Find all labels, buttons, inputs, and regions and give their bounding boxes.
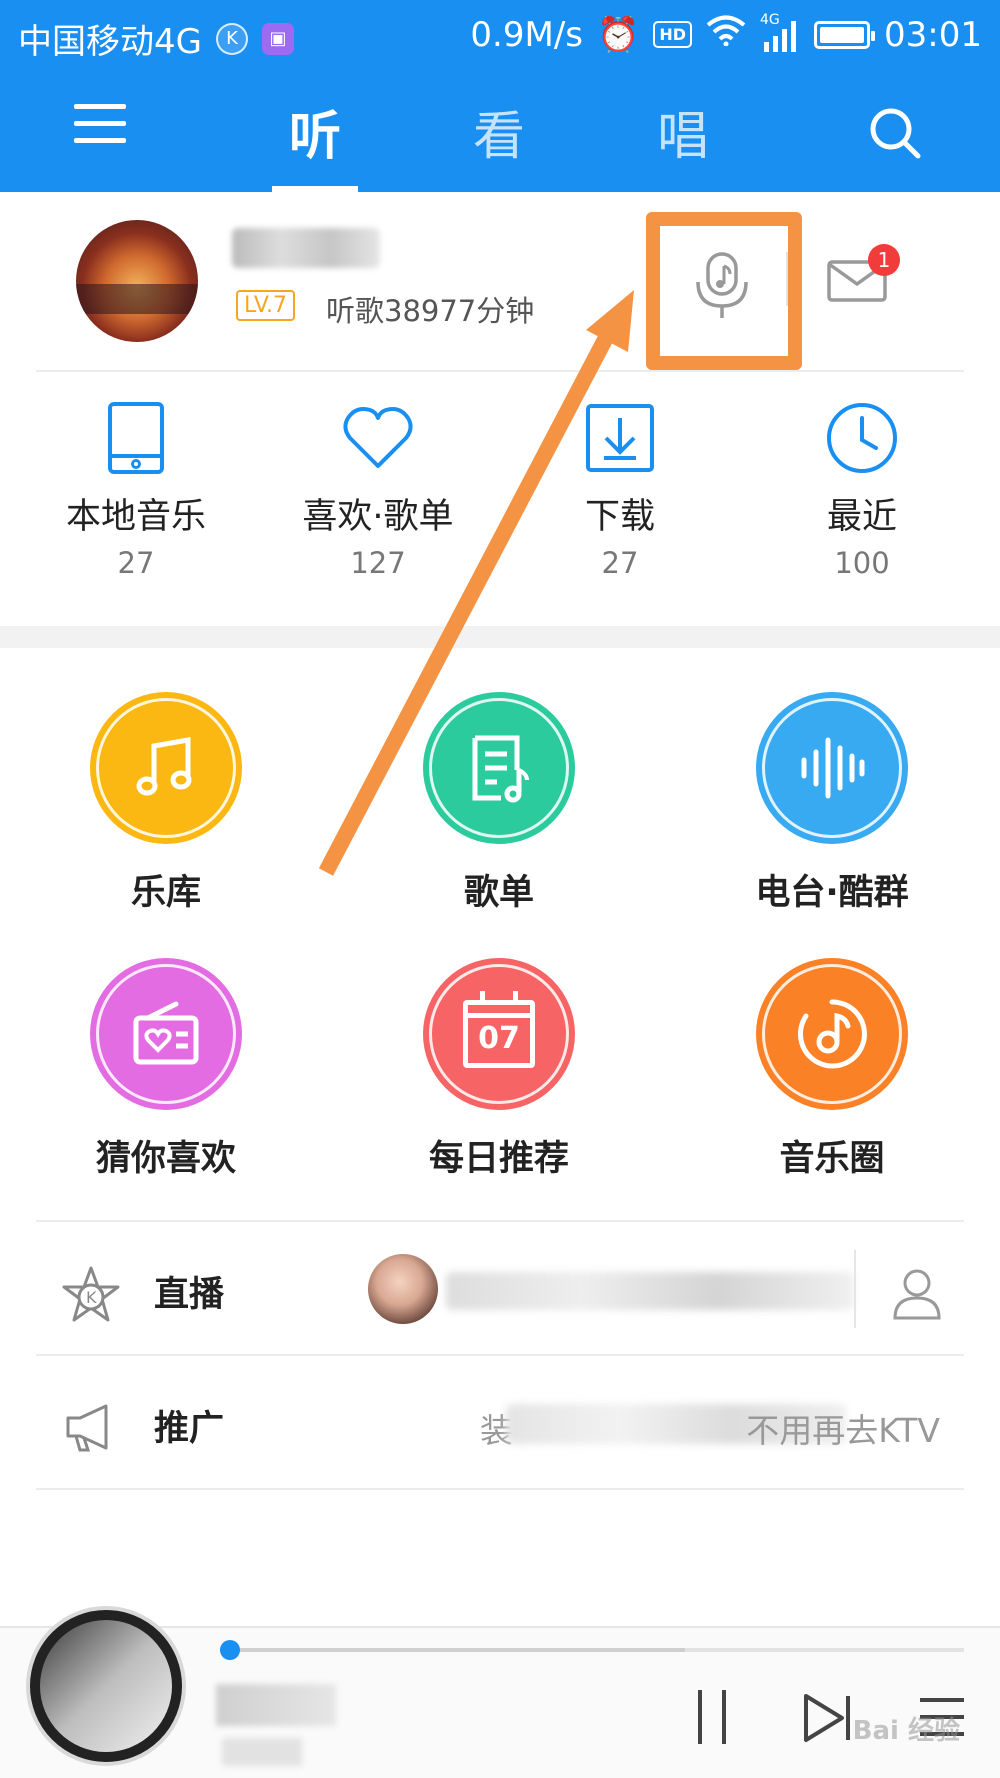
progress-fill (230, 1648, 686, 1652)
album-art[interactable] (26, 1606, 186, 1766)
gallery-notification-icon: ▣ (261, 22, 294, 55)
quick-download[interactable]: 下载 27 (510, 400, 730, 580)
top-nav-bar: 听 看 唱 (0, 70, 1000, 192)
quick-local-music[interactable]: 本地音乐 27 (26, 400, 246, 580)
divider (36, 370, 964, 372)
unread-badge: 1 (868, 244, 900, 276)
feature-music-circle[interactable]: 音乐圈 (722, 958, 942, 1181)
user-avatar[interactable] (76, 220, 198, 342)
next-track-icon (804, 1694, 850, 1742)
username-redacted[interactable] (232, 228, 380, 268)
promo-text: 不用再去KTV (746, 1411, 940, 1450)
calendar-icon: 07 (463, 991, 535, 1068)
watermark: Bai 经验 (852, 1716, 960, 1746)
active-tab-indicator (272, 186, 358, 192)
feature-label: 猜你喜欢 (95, 1139, 236, 1179)
live-info-redacted (446, 1272, 854, 1310)
battery-icon (814, 20, 876, 49)
album-cover (40, 1620, 172, 1752)
level-badge: LV.7 (236, 290, 296, 321)
alarm-icon: ⏰ (597, 14, 640, 55)
pause-icon (698, 1690, 726, 1744)
menu-icon[interactable] (74, 102, 126, 146)
hd-badge: HD (653, 21, 693, 48)
section-gap (0, 626, 1000, 648)
feature-music-library[interactable]: 乐库 (56, 692, 276, 915)
quick-favorites[interactable]: 喜欢·歌单 127 (268, 400, 488, 580)
status-left: 中国移动4G K ▣ (18, 14, 294, 63)
feature-guess-you-like[interactable]: 猜你喜欢 (56, 958, 276, 1181)
feature-circle (423, 692, 575, 844)
live-row[interactable]: K 直播 (36, 1222, 964, 1352)
quick-recent[interactable]: 最近 100 (752, 400, 972, 580)
music-disc-icon (797, 999, 867, 1069)
listening-time: 听歌38977分钟 (326, 294, 535, 328)
quick-count: 100 (834, 546, 890, 580)
quick-count: 27 (117, 546, 155, 580)
feature-circle (756, 958, 908, 1110)
feature-label: 音乐圈 (779, 1139, 885, 1179)
tab-listen[interactable]: 听 (270, 94, 360, 169)
tab-sing[interactable]: 唱 (638, 94, 728, 169)
tablet-icon (98, 400, 174, 476)
tab-watch[interactable]: 看 (454, 94, 544, 169)
wifi-icon (706, 14, 746, 55)
status-bar: 中国移动4G K ▣ 0.9M/s ⏰ HD 4G 03:01 (0, 0, 1000, 70)
kugou-notification-icon: K (215, 22, 248, 55)
clock-time: 03:01 (884, 14, 982, 55)
playlist-icon (472, 735, 529, 803)
quick-count: 27 (601, 546, 639, 580)
quick-label: 喜欢·歌单 (302, 497, 454, 537)
feature-circle (90, 958, 242, 1110)
promo-row[interactable]: 推广 装 不用再去KTV (36, 1356, 964, 1486)
music-note-icon (136, 737, 192, 796)
promo-label: 推广 (154, 1409, 225, 1449)
status-right: 0.9M/s ⏰ HD 4G 03:01 (470, 12, 982, 55)
live-streamer-avatar (368, 1254, 438, 1324)
svg-text:K: K (86, 1288, 97, 1307)
feature-circle: 07 (423, 958, 575, 1110)
artist-redacted (222, 1738, 302, 1766)
progress-knob[interactable] (220, 1640, 240, 1660)
song-title-redacted (216, 1684, 336, 1726)
sound-wave-icon (801, 737, 865, 799)
quick-count: 127 (350, 546, 406, 580)
quick-label: 下载 (584, 497, 655, 537)
feature-label: 每日推荐 (428, 1139, 569, 1179)
pause-button[interactable] (692, 1688, 732, 1746)
divider (36, 1488, 964, 1490)
mini-player[interactable]: Bai 经验 (0, 1606, 1000, 1778)
person-icon[interactable] (890, 1266, 944, 1320)
network-speed: 0.9M/s (470, 14, 583, 55)
clock-icon (824, 400, 900, 476)
annotation-highlight-box (646, 212, 802, 370)
quick-label: 本地音乐 (65, 497, 206, 537)
live-label: 直播 (154, 1275, 225, 1315)
feature-playlist[interactable]: 歌单 (389, 692, 609, 915)
progress-track[interactable] (230, 1648, 964, 1652)
cell-signal-icon: 4G (760, 12, 800, 52)
kugou-live-icon: K (62, 1266, 120, 1322)
carrier-label: 中国移动4G (18, 22, 202, 62)
feature-daily-recommend[interactable]: 07 每日推荐 (389, 958, 609, 1181)
megaphone-icon (62, 1400, 116, 1454)
next-button[interactable] (802, 1692, 854, 1744)
feature-label: 歌单 (463, 873, 534, 913)
calendar-date: 07 (478, 1021, 520, 1056)
search-icon[interactable] (868, 106, 922, 160)
quick-label: 最近 (826, 497, 897, 537)
feature-circle (756, 692, 908, 844)
feature-label: 电台·酷群 (755, 873, 909, 913)
feature-circle (90, 692, 242, 844)
download-icon (582, 400, 658, 476)
row-divider (854, 1250, 856, 1328)
feature-label: 乐库 (130, 873, 201, 913)
heart-icon (340, 400, 416, 476)
radio-heart-icon (133, 1001, 199, 1065)
feature-radio-groups[interactable]: 电台·酷群 (722, 692, 942, 915)
